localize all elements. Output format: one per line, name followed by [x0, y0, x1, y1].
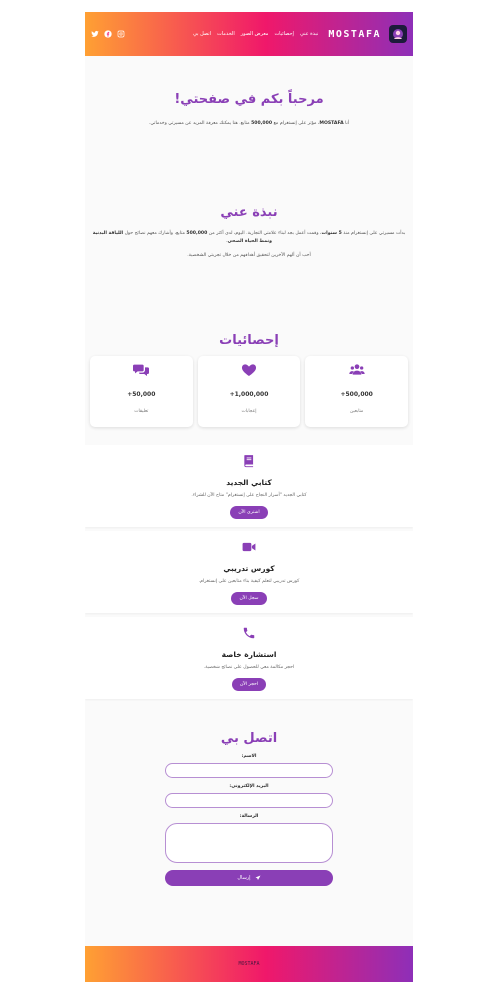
offer-title: كورس تدريبي	[223, 563, 275, 573]
about-paragraph: بدأت مسيرتي على إنستغرام منذ 5 سنوات، وق…	[92, 230, 406, 245]
phone-icon	[243, 627, 255, 639]
site-footer: MOSTAFA	[85, 946, 413, 982]
name-label: الاسم:	[241, 753, 257, 759]
message-field[interactable]	[165, 822, 333, 863]
send-label: إرسال	[237, 874, 251, 881]
nav-gallery[interactable]: معرض الصور	[241, 31, 269, 37]
brand[interactable]: MOSTAFA	[328, 25, 407, 43]
offer-consultation: استشارة خاصة احجز مكالمة معي للحصول على …	[85, 616, 413, 699]
stat-label: تعليقات	[134, 408, 149, 414]
name-field[interactable]	[165, 762, 333, 778]
stats-title: إحصائيات	[219, 332, 279, 348]
users-icon	[348, 364, 365, 375]
nav-about[interactable]: نبذة عني	[300, 31, 318, 37]
offer-text: كتابي الجديد "أسرار النجاح على إنستغرام"…	[191, 492, 307, 498]
book-icon	[244, 455, 254, 467]
paper-plane-icon	[255, 875, 261, 880]
offer-book: كتابي الجديد كتابي الجديد "أسرار النجاح …	[85, 444, 413, 527]
send-button[interactable]: إرسال	[165, 869, 333, 886]
hero-text: أنا MOSTAFA، مؤثر على إنستغرام مع 500,00…	[148, 121, 350, 126]
stats-section: إحصائيات +500,000 متابعين +1,000,000 إعج…	[85, 261, 413, 427]
social-links	[91, 30, 125, 38]
offer-title: كتابي الجديد	[226, 477, 272, 487]
hero-follower-count: 500,000	[251, 121, 273, 126]
email-field[interactable]	[165, 792, 333, 808]
site-logo[interactable]: MOSTAFA	[328, 29, 381, 40]
hero-name: MOSTAFA	[319, 121, 344, 126]
comments-icon	[133, 364, 150, 376]
page: MOSTAFA نبذة عني إحصائيات معرض الصور الخ…	[85, 12, 413, 982]
stat-card-comments: +50,000 تعليقات	[89, 355, 193, 427]
hero-title: مرحباً بكم في صفحتي!	[174, 92, 324, 107]
about-section: نبذة عني بدأت مسيرتي على إنستغرام منذ 5 …	[85, 129, 413, 261]
message-label: الرسالة:	[239, 813, 259, 819]
main-nav: نبذة عني إحصائيات معرض الصور الخدمات اتص…	[193, 31, 318, 37]
stat-card-followers: +500,000 متابعين	[305, 355, 408, 427]
stat-card-likes: +1,000,000 إعجابات	[197, 355, 301, 427]
stat-label: إعجابات	[241, 408, 257, 414]
site-header: MOSTAFA نبذة عني إحصائيات معرض الصور الخ…	[85, 12, 413, 56]
stat-value: +1,000,000	[229, 390, 269, 398]
avatar	[389, 25, 407, 43]
contact-form: الاسم: البريد الإلكتروني: الرسالة: إرسال	[165, 754, 333, 886]
facebook-icon[interactable]	[104, 30, 112, 38]
stat-value: +500,000	[340, 390, 373, 398]
email-label: البريد الإلكتروني:	[229, 783, 269, 789]
nav-contact[interactable]: اتصل بي	[193, 31, 211, 37]
offer-title: استشارة خاصة	[221, 649, 277, 659]
nav-stats[interactable]: إحصائيات	[274, 31, 293, 37]
contact-title: اتصل بي	[220, 730, 278, 746]
stat-value: +50,000	[127, 390, 156, 398]
services-section: كتابي الجديد كتابي الجديد "أسرار النجاح …	[85, 444, 413, 699]
hero-section: مرحباً بكم في صفحتي! أنا MOSTAFA، مؤثر ع…	[85, 56, 413, 129]
buy-now-button[interactable]: اشتري الآن	[230, 505, 268, 519]
about-paragraph-2: أحب أن ألهم الآخرين لتحقيق أهدافهم من خل…	[187, 253, 311, 259]
offer-text: كورس تدريبي لتعلم كيفية بناء متابعين على…	[198, 578, 300, 584]
video-icon	[242, 542, 256, 551]
stats-cards: +500,000 متابعين +1,000,000 إعجابات +50,…	[89, 355, 408, 427]
footer-text: MOSTAFA	[238, 961, 260, 967]
contact-section: اتصل بي الاسم: البريد الإلكتروني: الرسال…	[85, 703, 413, 886]
register-now-button[interactable]: سجل الآن	[231, 591, 267, 605]
heart-icon	[241, 364, 257, 376]
twitter-icon[interactable]	[91, 30, 99, 38]
instagram-icon[interactable]	[117, 30, 125, 38]
nav-services[interactable]: الخدمات	[217, 31, 235, 37]
stat-label: متابعين	[349, 408, 364, 414]
about-title: نبذة عني	[220, 204, 278, 220]
offer-course: كورس تدريبي كورس تدريبي لتعلم كيفية بناء…	[85, 530, 413, 613]
offer-text: احجز مكالمة معي للحصول على نصائح شخصية.	[203, 664, 295, 670]
book-now-button[interactable]: احجز الآن	[231, 677, 267, 691]
